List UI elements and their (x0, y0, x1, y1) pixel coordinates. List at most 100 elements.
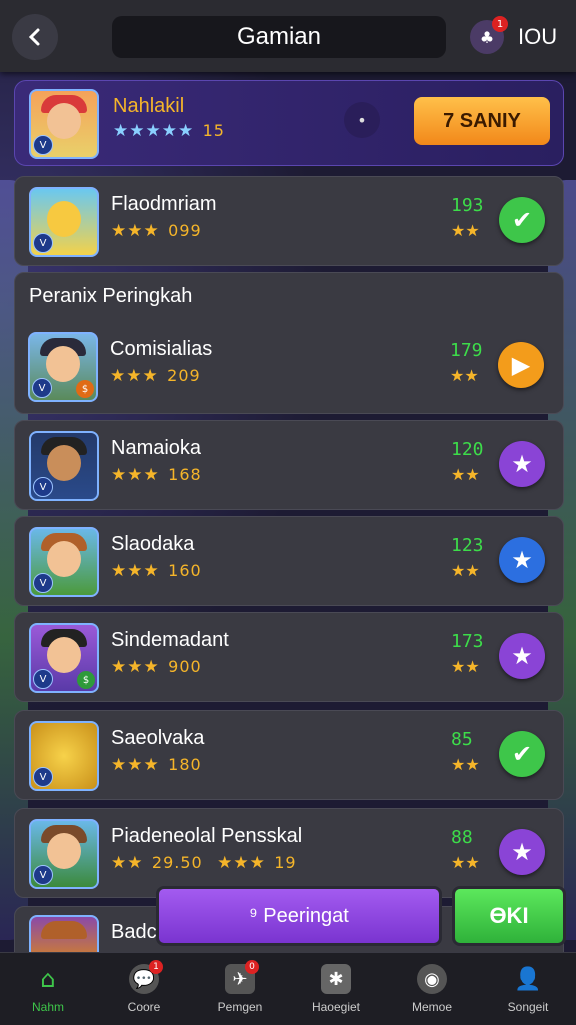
chat-icon: 💬 1 (129, 960, 163, 994)
nav-label: Songeit (507, 1000, 549, 1014)
rank-badge-icon: V (33, 767, 53, 787)
nav-item-chat[interactable]: 💬 1 Coore (96, 953, 192, 1025)
star-icons: ★★★ (111, 221, 160, 241)
list-item[interactable]: V Piadeneolal Pensskal ★★ 29.50 ★★★ 19 8… (14, 808, 564, 898)
player-stars: ★★★ 160 (111, 561, 202, 581)
options-button[interactable]: • (344, 102, 380, 138)
avatar: V (29, 819, 99, 889)
player-points: 180 (168, 755, 202, 774)
face-shape (47, 445, 81, 481)
avatar: V (29, 187, 99, 257)
nav-item-home[interactable]: ⌂ Nahm (0, 953, 96, 1025)
star-icons: ★★★ (217, 853, 266, 873)
section-title: Peranix Peringkah (29, 285, 193, 307)
profile-button[interactable]: ♣ 1 (470, 16, 508, 54)
player-score: 123 (451, 535, 484, 556)
player-stars: ★★★ 900 (111, 657, 202, 677)
player-points: 099 (168, 221, 202, 240)
face-shape (47, 541, 81, 577)
player-stars: ★★★ 099 (111, 221, 202, 241)
player-points: 900 (168, 657, 202, 676)
player-stars: ★★★ 209 (110, 366, 201, 386)
player-name: Flaodmriam (111, 193, 217, 215)
player-score: 88 (451, 827, 473, 848)
player-score: 193 (451, 195, 484, 216)
player-points: 19 (274, 853, 297, 872)
star-icon: ★ (511, 546, 533, 574)
back-arrow-icon (28, 28, 40, 46)
list-item[interactable]: V Namaioka ★★★ 168 120 ★★ ★ (14, 420, 564, 510)
star-button[interactable]: ★ (499, 633, 545, 679)
nav-label: Coore (127, 1000, 161, 1014)
list-item[interactable]: V Saeolvaka ★★★ 180 85 ★★ ✔ (14, 710, 564, 800)
player-points: 160 (168, 561, 202, 580)
star-icon: ★ (511, 838, 533, 866)
nav-item-puzzle[interactable]: ✱ Haoegiet (288, 953, 384, 1025)
player-stars: ★★★ 168 (111, 465, 202, 485)
player-stars: ★★ 29.50 ★★★ 19 (111, 853, 297, 873)
player-name: Sindemadant (111, 629, 229, 651)
face-shape (47, 103, 81, 139)
home-icon: ⌂ (40, 965, 56, 993)
saniy-button[interactable]: 7 SANIY (414, 97, 550, 145)
mini-stars: ★★ (451, 465, 480, 484)
bottom-nav: ⌂ Nahm 💬 1 Coore ✈ 0 Pemgen ✱ Haoegiet ◉… (0, 952, 576, 1025)
list-item[interactable]: V $ Sindemadant ★★★ 900 173 ★★ ★ (14, 612, 564, 702)
coin-badge-icon: $ (76, 380, 94, 398)
list-item[interactable]: V Flaodmriam ★★★ 099 193 ★★ ✔ (14, 176, 564, 266)
avatar: V (29, 89, 99, 159)
ok-button[interactable]: ƟKI (452, 886, 566, 946)
face-shape (47, 833, 81, 869)
avatar: V (29, 431, 99, 501)
avatar: V (29, 527, 99, 597)
star-icon: ★ (511, 642, 533, 670)
player-score: 85 (451, 729, 473, 750)
player-score: 120 (451, 439, 484, 460)
peeringat-button[interactable]: ⁹ Peeringat (156, 886, 442, 946)
nav-label: Nahm (31, 1000, 64, 1014)
back-button[interactable] (12, 14, 58, 60)
list-item[interactable]: V $ Comisialias ★★★ 209 179 ★★ ▶ (14, 322, 562, 410)
nav-item-profile[interactable]: 👤 Songeit (480, 953, 576, 1025)
notification-badge: 1 (492, 16, 508, 32)
list-item[interactable]: V Slaodaka ★★★ 160 123 ★★ ★ (14, 516, 564, 606)
star-button[interactable]: ★ (499, 441, 545, 487)
send-icon: ✈ 0 (225, 960, 259, 994)
star-button[interactable]: ★ (499, 829, 545, 875)
rank-badge-icon: V (33, 573, 53, 593)
nav-label: Memoe (411, 1000, 452, 1014)
mini-stars: ★★ (451, 657, 480, 676)
player-points: 29.50 (151, 853, 203, 872)
mini-stars: ★★ (450, 366, 479, 385)
rank-badge-icon: V (33, 233, 53, 253)
play-button[interactable]: ▶ (498, 342, 544, 388)
star-icons: ★★ (111, 853, 144, 873)
check-icon: ✔ (511, 206, 533, 234)
nav-item-target[interactable]: ◉ Memoe (384, 953, 480, 1025)
featured-points: 15 (202, 121, 225, 140)
mini-stars: ★★ (451, 221, 480, 240)
star-button[interactable]: ★ (499, 537, 545, 583)
play-icon: ▶ (511, 351, 531, 379)
mini-stars: ★★ (451, 755, 480, 774)
notification-badge: 0 (245, 960, 259, 974)
nav-item-send[interactable]: ✈ 0 Pemgen (192, 953, 288, 1025)
featured-name: Nahlakil (113, 95, 185, 117)
check-button[interactable]: ✔ (499, 197, 545, 243)
avatar: V (29, 721, 99, 791)
player-stars: ★★★ 180 (111, 755, 202, 775)
rank-badge-icon: V (33, 669, 53, 689)
top-bar: Gamian ♣ 1 IOU (0, 0, 576, 72)
avatar: V $ (28, 332, 98, 402)
rank-badge-icon: V (33, 865, 53, 885)
star-icon: ★ (511, 450, 533, 478)
profile-label: IOU (518, 24, 558, 49)
nav-label: Pemgen (217, 1000, 263, 1014)
player-points: 209 (167, 366, 201, 385)
star-icons: ★★★★★ (113, 121, 195, 141)
rank-badge-icon: V (32, 378, 52, 398)
target-icon: ◉ (417, 964, 447, 994)
player-name: Comisialias (110, 338, 213, 360)
check-button[interactable]: ✔ (499, 731, 545, 777)
star-icons: ★★★ (111, 561, 160, 581)
